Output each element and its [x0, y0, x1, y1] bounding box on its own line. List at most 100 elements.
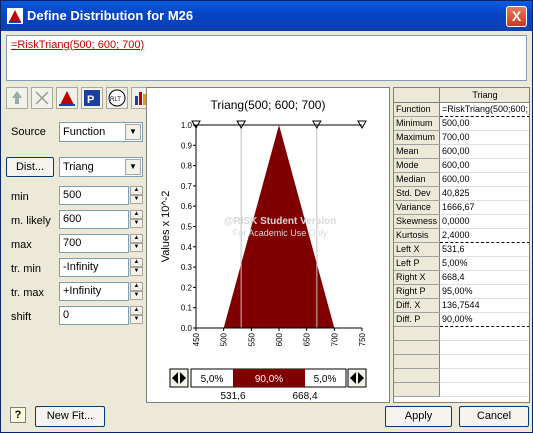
stats-row-value[interactable]: 600,00 — [439, 144, 529, 159]
stats-row-value[interactable]: 668,4 — [439, 270, 529, 285]
stats-row: Mean 600,00 — [394, 144, 529, 159]
param-field-min[interactable]: 500 — [59, 186, 129, 205]
stats-row-value[interactable]: 531,6 — [439, 242, 529, 257]
dist-button-label: Dist... — [15, 161, 45, 173]
param-spinner-trmin[interactable]: ▲ ▼ — [130, 258, 143, 277]
stats-row: Kurtosis 2,4000 — [394, 228, 529, 243]
spin-up-icon[interactable]: ▲ — [130, 258, 143, 267]
new-fit-button[interactable]: New Fit... — [35, 406, 105, 427]
stats-row: Minimum 500,00 — [394, 116, 529, 131]
dist-button[interactable]: Dist... — [6, 157, 54, 177]
prob-middle[interactable]: 90,0% — [255, 374, 283, 385]
formula-text[interactable]: =RiskTriang(500; 600; 700) — [11, 39, 144, 51]
stats-row-label: Median — [394, 172, 441, 187]
triangle-dist-button[interactable] — [56, 87, 78, 109]
y-tick-label: 0.4 — [181, 243, 193, 252]
help-glyph: ? — [14, 409, 22, 421]
rlt-button[interactable]: RLT — [106, 87, 128, 109]
stats-row-empty — [394, 354, 529, 369]
stats-row-value[interactable] — [439, 354, 529, 369]
stats-row-value[interactable]: 136,7544 — [439, 298, 529, 313]
chart-title: Triang(500; 600; 700) — [211, 98, 326, 112]
param-value-trmax: +Infinity — [63, 285, 102, 297]
stats-row-value[interactable] — [439, 382, 529, 397]
param-spinner-trmax[interactable]: ▲ ▼ — [130, 282, 143, 301]
param-spinner-min[interactable]: ▲ ▼ — [130, 186, 143, 205]
param-field-trmax[interactable]: +Infinity — [59, 282, 129, 301]
param-field-max[interactable]: 700 — [59, 234, 129, 253]
left-delimiter-value: 531,6 — [220, 391, 245, 402]
x-tick-label: 500 — [220, 332, 229, 346]
y-tick-label: 0.7 — [181, 182, 193, 191]
source-select[interactable]: Function ▼ — [59, 122, 143, 142]
stats-row: Function =RiskTriang(500;600; — [394, 102, 529, 117]
prob-left[interactable]: 5,0% — [201, 374, 224, 385]
param-field-trmin[interactable]: -Infinity — [59, 258, 129, 277]
stats-row-value[interactable]: 500,00 — [439, 116, 529, 131]
param-value-shift: 0 — [63, 309, 70, 321]
spin-down-icon[interactable]: ▼ — [130, 219, 143, 228]
y-tick-label: 1.0 — [181, 121, 193, 130]
stats-row-value[interactable]: 95,00% — [439, 284, 529, 299]
grid-corner — [394, 88, 441, 103]
spin-down-icon[interactable]: ▼ — [130, 291, 143, 300]
spin-up-icon[interactable]: ▲ — [130, 306, 143, 315]
spin-up-icon[interactable]: ▲ — [130, 282, 143, 291]
stats-row-value[interactable] — [439, 368, 529, 383]
param-label-trmin: tr. min — [11, 263, 41, 275]
stats-row-label: Minimum — [394, 116, 441, 131]
formula-field[interactable]: =RiskTriang(500; 600; 700) — [6, 35, 527, 81]
y-tick-label: 0.2 — [181, 283, 193, 292]
cancel-button[interactable]: Cancel — [459, 406, 529, 427]
window-title: Define Distribution for M26 — [27, 8, 194, 23]
y-tick-label: 0.1 — [181, 304, 193, 313]
stats-row-value[interactable]: 1666,67 — [439, 200, 529, 215]
stats-row-value[interactable]: 5,00% — [439, 256, 529, 271]
stats-row: Maximum 700,00 — [394, 130, 529, 145]
stats-row-value[interactable] — [439, 340, 529, 355]
spin-down-icon[interactable]: ▼ — [130, 267, 143, 276]
param-spinner-mlikely[interactable]: ▲ ▼ — [130, 210, 143, 229]
define-distribution-window: Define Distribution for M26 X =RiskTrian… — [0, 0, 533, 433]
stats-row-empty — [394, 382, 529, 397]
param-field-shift[interactable]: 0 — [59, 306, 129, 325]
stats-row-value[interactable]: 0,0000 — [439, 214, 529, 229]
stats-row-value[interactable]: 600,00 — [439, 158, 529, 173]
prob-right[interactable]: 5,0% — [314, 374, 337, 385]
column-header: Triang — [439, 88, 529, 103]
stats-row-value[interactable]: 600,00 — [439, 172, 529, 187]
title-bar[interactable]: Define Distribution for M26 X — [1, 1, 532, 31]
param-field-mlikely[interactable]: 600 — [59, 210, 129, 229]
stats-row-value[interactable]: 40,825 — [439, 186, 529, 201]
distribution-select[interactable]: Triang ▼ — [59, 157, 143, 177]
spin-up-icon[interactable]: ▲ — [130, 234, 143, 243]
apply-button[interactable]: Apply — [385, 406, 452, 427]
y-tick-label: 0.3 — [181, 263, 193, 272]
param-spinner-shift[interactable]: ▲ ▼ — [130, 306, 143, 325]
stats-row-value[interactable]: 2,4000 — [439, 228, 529, 243]
param-value-trmin: -Infinity — [63, 261, 99, 273]
reset-button[interactable] — [6, 87, 28, 109]
stats-row-label: Kurtosis — [394, 228, 441, 243]
param-label-max: max — [11, 239, 32, 251]
stats-row-empty — [394, 340, 529, 355]
stats-row-label — [394, 326, 441, 341]
spin-down-icon[interactable]: ▼ — [130, 243, 143, 252]
p0-button[interactable]: P — [81, 87, 103, 109]
spin-down-icon[interactable]: ▼ — [130, 195, 143, 204]
close-button[interactable]: X — [506, 6, 527, 27]
stats-row-label — [394, 368, 441, 383]
spin-up-icon[interactable]: ▲ — [130, 186, 143, 195]
stats-row-value[interactable] — [439, 326, 529, 341]
param-label-mlikely: m. likely — [11, 215, 51, 227]
param-spinner-max[interactable]: ▲ ▼ — [130, 234, 143, 253]
distribution-chart-panel: Triang(500; 600; 700) Values x 10^-2 0.0 0.… — [146, 87, 390, 403]
cut-button[interactable] — [31, 87, 53, 109]
stats-row-value[interactable]: 700,00 — [439, 130, 529, 145]
spin-down-icon[interactable]: ▼ — [130, 315, 143, 324]
stats-row-value[interactable]: =RiskTriang(500;600; — [439, 102, 529, 117]
cancel-label: Cancel — [476, 410, 512, 422]
stats-row-value[interactable]: 90,00% — [439, 312, 529, 327]
help-icon[interactable]: ? — [10, 407, 26, 423]
spin-up-icon[interactable]: ▲ — [130, 210, 143, 219]
